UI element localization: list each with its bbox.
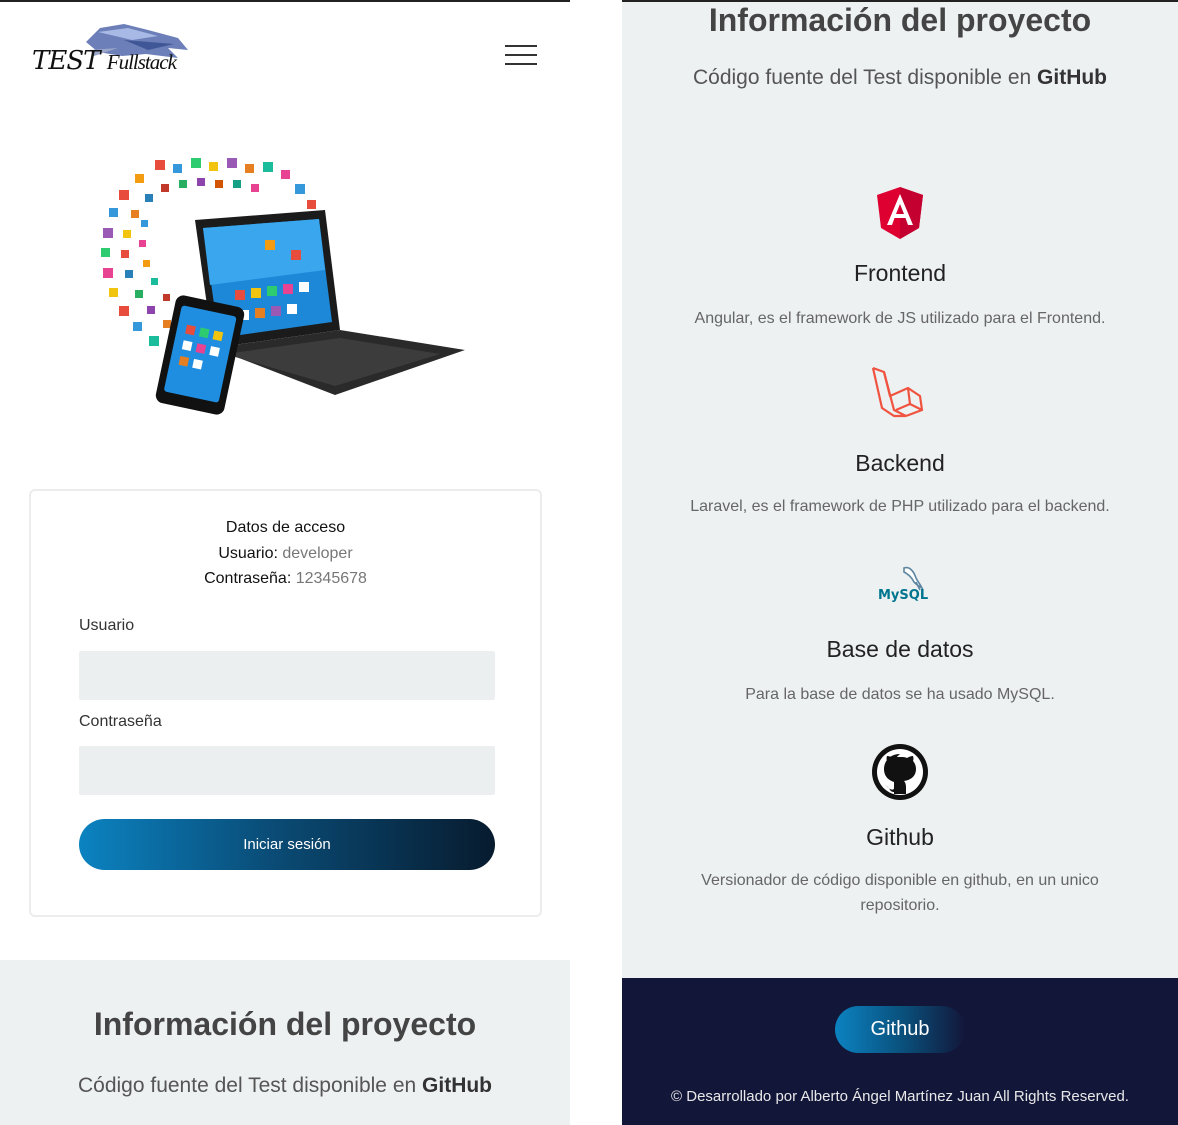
tech-title: Frontend xyxy=(853,260,947,286)
project-info-section: Información del proyecto Código fuente d… xyxy=(0,960,570,1125)
tech-description: Para la base de datos se ha usado MySQL. xyxy=(745,686,1055,703)
tech-description: Laravel, es el framework de PHP utilizad… xyxy=(690,498,1110,515)
mysql-icon-text: MySQL xyxy=(878,588,929,603)
site-footer: Github © Desarrollado por Alberto Ángel … xyxy=(622,978,1178,1125)
github-button[interactable]: Github xyxy=(835,1006,965,1053)
github-link[interactable]: GitHub xyxy=(422,1074,492,1097)
access-pass-row: Contraseña: 12345678 xyxy=(31,566,540,592)
project-info-title: Información del proyecto xyxy=(708,2,1092,38)
laptop xyxy=(195,210,465,395)
copyright-text: © Desarrollado por Alberto Ángel Martíne… xyxy=(671,1088,1129,1105)
tech-description: Versionador de código disponible en gith… xyxy=(701,872,1099,914)
project-info-subtitle: Código fuente del Test disponible en Git… xyxy=(622,66,1178,90)
site-logo[interactable]: TEST Fullstack xyxy=(28,20,193,82)
laravel-icon xyxy=(871,366,924,418)
tech-description: Angular, es el framework de JS utilizado… xyxy=(694,310,1106,327)
access-user-row: Usuario: developer xyxy=(31,541,540,567)
menu-toggle-button[interactable] xyxy=(505,42,541,68)
mobile-login-page: TEST Fullstack Datos de acceso Usuario: … xyxy=(0,0,570,1125)
access-pass-value: 12345678 xyxy=(295,570,367,587)
project-info-subtitle-text: Código fuente del Test disponible en xyxy=(692,66,1032,89)
access-credentials: Datos de acceso Usuario: developer Contr… xyxy=(31,515,540,592)
logo-text: TEST Fullstack xyxy=(32,46,177,76)
smartphone xyxy=(155,295,245,415)
github-link[interactable]: GitHub xyxy=(1037,66,1107,89)
github-icon xyxy=(872,744,928,800)
login-button[interactable]: Iniciar sesión xyxy=(79,819,495,870)
access-user-value: developer xyxy=(282,544,353,562)
password-label: Contraseña xyxy=(79,713,162,730)
password-input[interactable] xyxy=(79,746,495,795)
username-input[interactable] xyxy=(79,651,495,700)
devices-illustration xyxy=(101,158,465,415)
username-label: Usuario xyxy=(79,617,135,634)
top-border xyxy=(0,0,570,2)
project-info-subtitle: Código fuente del Test disponible en Git… xyxy=(0,1074,570,1098)
login-card: Datos de acceso Usuario: developer Contr… xyxy=(29,489,542,917)
tech-title: Backend xyxy=(855,450,945,476)
hamburger-line xyxy=(505,45,537,47)
access-pass-label: Contraseña: xyxy=(204,570,292,587)
logo-sub: Fullstack xyxy=(106,50,177,74)
project-info-title: Información del proyecto xyxy=(93,1006,477,1042)
tech-title: Github xyxy=(866,824,934,850)
logo-main: TEST xyxy=(32,46,100,76)
hamburger-line xyxy=(505,54,537,56)
access-title: Datos de acceso xyxy=(225,519,346,536)
hamburger-line xyxy=(505,63,537,65)
tech-title: Base de datos xyxy=(826,636,974,662)
angular-icon xyxy=(877,187,923,239)
access-user-label: Usuario: xyxy=(218,544,278,562)
mysql-icon: MySQL xyxy=(870,562,930,622)
project-info-subtitle-text: Código fuente del Test disponible en xyxy=(77,1074,417,1097)
project-info-page: Información del proyecto Código fuente d… xyxy=(622,0,1178,1125)
